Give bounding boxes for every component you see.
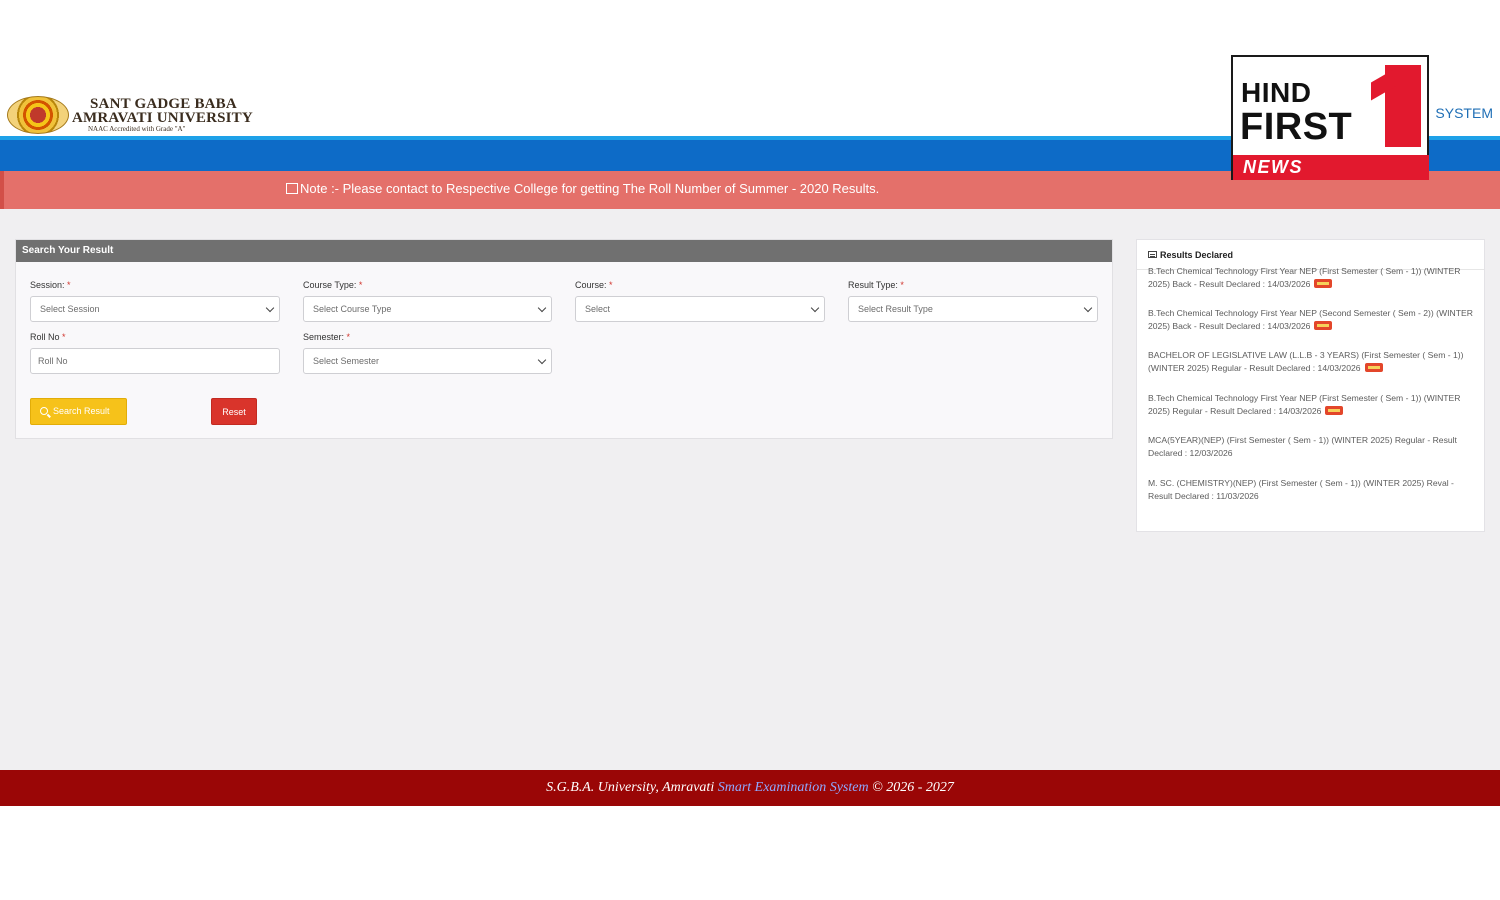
chevron-down-icon <box>537 355 547 365</box>
search-result-card: Search Your Result Session: * Select Ses… <box>15 239 1113 439</box>
semester-label: Semester: * <box>303 332 350 342</box>
university-logo[interactable]: SANT GADGE BABA AMRAVATI UNIVERSITY NAAC… <box>72 97 262 134</box>
watermark-line-2: FIRST <box>1240 106 1353 148</box>
result-item[interactable]: B.Tech Chemical Technology First Year NE… <box>1148 392 1476 434</box>
result-item-text: B.Tech Chemical Technology First Year NE… <box>1148 308 1473 331</box>
session-label-text: Session: <box>30 280 65 290</box>
chevron-down-icon <box>537 303 547 313</box>
course-select-value: Select <box>585 304 611 314</box>
semester-label-text: Semester: <box>303 332 345 342</box>
search-button-label: Search Result <box>53 406 110 416</box>
chevron-down-icon <box>1083 303 1093 313</box>
required-mark: * <box>900 280 904 290</box>
result-item-text: M. SC. (CHEMISTRY)(NEP) (First Semester … <box>1148 477 1454 501</box>
required-mark: * <box>346 332 351 342</box>
result-item[interactable]: BACHELOR OF LEGISLATIVE LAW (L.L.B - 3 Y… <box>1148 349 1476 391</box>
required-mark: * <box>67 280 71 290</box>
session-label: Session: * <box>30 280 71 290</box>
new-badge-icon <box>1364 363 1383 373</box>
roll-no-label: Roll No * <box>30 332 66 342</box>
result-item[interactable]: M. SC. (CHEMISTRY)(NEP) (First Semester … <box>1148 477 1476 519</box>
course-type-select-value: Select Course Type <box>313 304 392 314</box>
chevron-down-icon <box>810 303 820 313</box>
result-item-text: BACHELOR OF LEGISLATIVE LAW (L.L.B - 3 Y… <box>1148 350 1464 374</box>
results-list[interactable]: B.Tech Chemical Technology First Year NE… <box>1148 266 1476 519</box>
search-icon <box>40 407 48 415</box>
roll-no-label-text: Roll No <box>30 332 60 342</box>
new-badge-icon <box>1325 405 1344 415</box>
session-select[interactable]: Select Session <box>30 296 280 322</box>
course-label: Course: * <box>575 280 613 290</box>
footer-link[interactable]: Smart Examination System <box>718 780 869 795</box>
result-type-select[interactable]: Select Result Type <box>848 296 1098 322</box>
chevron-down-icon <box>265 303 275 313</box>
footer: S.G.B.A. University, Amravati Smart Exam… <box>0 770 1500 806</box>
required-mark: * <box>358 280 363 290</box>
roll-no-placeholder: Roll No <box>38 356 68 366</box>
result-item[interactable]: B.Tech Chemical Technology First Year NE… <box>1148 307 1476 349</box>
semester-select-value: Select Semester <box>313 356 380 366</box>
roll-no-input[interactable]: Roll No <box>30 348 280 374</box>
required-mark: * <box>609 280 613 290</box>
result-item-text: B.Tech Chemical Technology First Year NE… <box>1148 266 1461 289</box>
course-type-select[interactable]: Select Course Type <box>303 296 552 322</box>
university-seal-icon <box>7 96 69 134</box>
number-one-logo-icon <box>1385 65 1421 147</box>
required-mark: * <box>62 332 66 342</box>
session-select-value: Select Session <box>40 304 100 314</box>
new-badge-icon <box>1314 279 1333 288</box>
result-type-label-text: Result Type: <box>848 280 898 290</box>
results-declared-panel: Results Declared B.Tech Chemical Technol… <box>1136 239 1485 532</box>
new-badge-icon <box>1314 321 1333 330</box>
course-label-text: Course: <box>575 280 607 290</box>
results-declared-title: Results Declared <box>1160 250 1234 260</box>
list-icon <box>1148 251 1157 258</box>
semester-select[interactable]: Select Semester <box>303 348 552 374</box>
page: SANT GADGE BABA AMRAVATI UNIVERSITY NAAC… <box>0 0 1500 900</box>
search-card-title: Search Your Result <box>16 240 1112 262</box>
reset-button[interactable]: Reset <box>211 398 257 425</box>
watermark-line-3: NEWS <box>1233 155 1429 180</box>
system-title: SYSTEM <box>1435 105 1493 121</box>
result-item[interactable]: MCA(5YEAR)(NEP) (First Semester ( Sem - … <box>1148 434 1476 476</box>
result-item-text: B.Tech Chemical Technology First Year NE… <box>1148 392 1461 416</box>
course-select[interactable]: Select <box>575 296 825 322</box>
result-item[interactable]: B.Tech Chemical Technology First Year NE… <box>1148 265 1476 307</box>
footer-copyright: © 2026 - 2027 <box>868 780 954 795</box>
logo-line-1: SANT GADGE BABA <box>90 96 237 112</box>
course-type-label-text: Course Type: <box>303 280 357 290</box>
result-item-text: MCA(5YEAR)(NEP) (First Semester ( Sem - … <box>1148 435 1457 459</box>
note-text: Note :- Please contact to Respective Col… <box>286 181 879 196</box>
note-message: Note :- Please contact to Respective Col… <box>300 181 880 196</box>
footer-prefix: S.G.B.A. University, Amravati <box>546 780 718 795</box>
logo-line-2: AMRAVATI UNIVERSITY <box>72 110 253 126</box>
course-type-label: Course Type: * <box>303 280 362 290</box>
result-type-label: Result Type: * <box>848 280 904 290</box>
logo-line-3: NAAC Accredited with Grade "A" <box>88 125 186 133</box>
result-type-select-value: Select Result Type <box>858 304 933 314</box>
watermark-line-1: HIND <box>1241 77 1312 108</box>
broken-image-icon <box>286 183 298 194</box>
hind-first-news-watermark: HIND FIRST NEWS <box>1231 55 1429 180</box>
search-result-button[interactable]: Search Result <box>30 398 127 425</box>
